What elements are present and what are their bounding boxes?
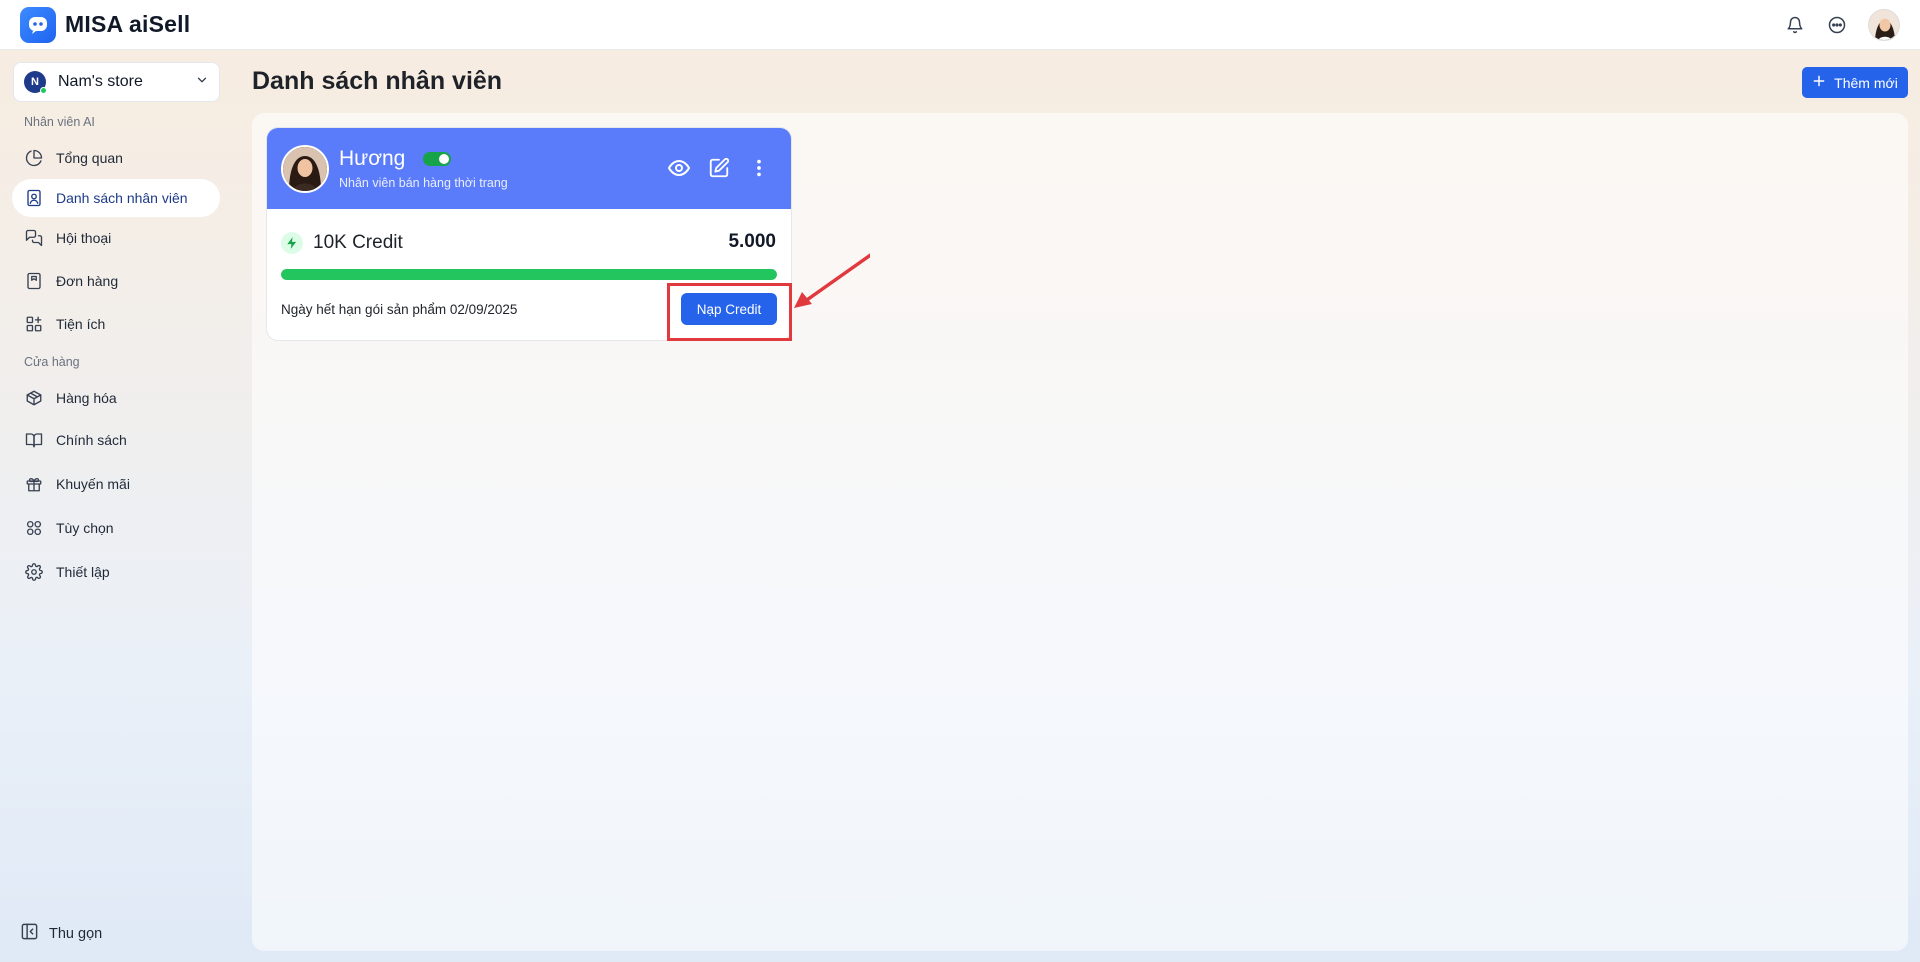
staff-info: Hương Nhân viên bán hàng thời trang [339,147,508,190]
app-title: MISA aiSell [65,11,191,37]
sidebar-item-overview[interactable]: Tổng quan [12,139,220,177]
staff-card-header: Hương Nhân viên bán hàng thời trang [267,128,791,209]
sidebar-item-utilities[interactable]: Tiện ích [12,305,220,343]
lightning-icon [281,232,303,254]
edit-icon[interactable] [707,156,731,180]
store-selector[interactable]: N Nam's store [13,62,220,102]
collapse-sidebar-button[interactable]: Thu gọn [20,922,102,946]
credit-row: 10K Credit [281,232,403,254]
sidebar-item-label: Đơn hàng [56,273,119,289]
staff-card-actions [667,156,771,180]
section-label-ai-staff: Nhân viên AI [24,115,95,129]
collapse-label: Thu gọn [49,926,103,942]
credit-balance: 5.000 [728,231,776,252]
order-icon [24,271,44,291]
sidebar-item-label: Khuyến mãi [56,476,130,492]
conversation-icon [24,228,44,248]
collapse-icon [20,922,39,946]
staff-avatar [281,144,329,193]
sidebar-item-label: Tiện ích [56,316,106,332]
staff-role: Nhân viên bán hàng thời trang [339,176,508,190]
top-bar: MISA aiSell [0,0,1920,50]
book-icon [24,430,44,450]
sidebar-item-label: Chính sách [56,432,127,448]
staff-name: Hương [339,147,406,170]
chevron-down-icon [195,73,209,92]
staff-active-toggle[interactable] [423,152,452,166]
credit-progress-fill [281,269,777,280]
store-initial: N [31,76,39,88]
sidebar-item-conversations[interactable]: Hội thoại [12,219,220,257]
pie-chart-icon [24,148,44,168]
chat-bubble-icon[interactable] [1826,14,1848,36]
user-avatar[interactable] [1868,8,1900,41]
add-new-label: Thêm mới [1834,74,1898,91]
grid-icon [24,518,44,538]
gift-icon [24,474,44,494]
apps-icon [24,314,44,334]
sidebar-item-products[interactable]: Hàng hóa [12,379,220,417]
box-icon [24,388,44,408]
topup-credit-button[interactable]: Nạp Credit [681,293,777,325]
sidebar: N Nam's store Nhân viên AI Tổng quan Dan… [0,51,232,962]
eye-icon[interactable] [667,156,691,180]
more-vertical-icon[interactable] [747,156,771,180]
sidebar-item-label: Thiết lập [56,564,110,580]
sidebar-item-orders[interactable]: Đơn hàng [12,262,220,300]
top-actions [1784,8,1900,41]
robot-chat-icon [29,16,47,34]
store-name: Nam's store [58,73,143,90]
bell-icon[interactable] [1784,14,1806,36]
plus-icon [1812,74,1826,91]
sidebar-item-options[interactable]: Tùy chọn [12,509,220,547]
online-status-dot [40,87,47,94]
sidebar-item-label: Hàng hóa [56,390,117,406]
credit-progress-bar [281,269,777,280]
add-new-button[interactable]: Thêm mới [1802,67,1908,98]
store-avatar: N [24,71,47,94]
staff-name-row: Hương [339,147,508,171]
sidebar-item-policies[interactable]: Chính sách [12,421,220,459]
gear-icon [24,562,44,582]
sidebar-item-promotions[interactable]: Khuyến mãi [12,465,220,503]
plan-expiry-text: Ngày hết hạn gói sản phẩm 02/09/2025 [281,302,518,317]
sidebar-item-label: Hội thoại [56,230,112,246]
app-logo[interactable] [20,6,56,43]
sidebar-item-settings[interactable]: Thiết lập [12,553,220,591]
sidebar-item-label: Danh sách nhân viên [56,190,188,206]
section-label-store: Cửa hàng [24,355,80,369]
page-title: Danh sách nhân viên [252,67,503,95]
sidebar-item-label: Tùy chọn [56,520,114,536]
staff-badge-icon [24,188,44,208]
credit-plan-label: 10K Credit [313,232,403,253]
sidebar-item-staff-list[interactable]: Danh sách nhân viên [12,179,220,217]
toggle-knob [439,154,450,164]
sidebar-item-label: Tổng quan [56,150,123,166]
